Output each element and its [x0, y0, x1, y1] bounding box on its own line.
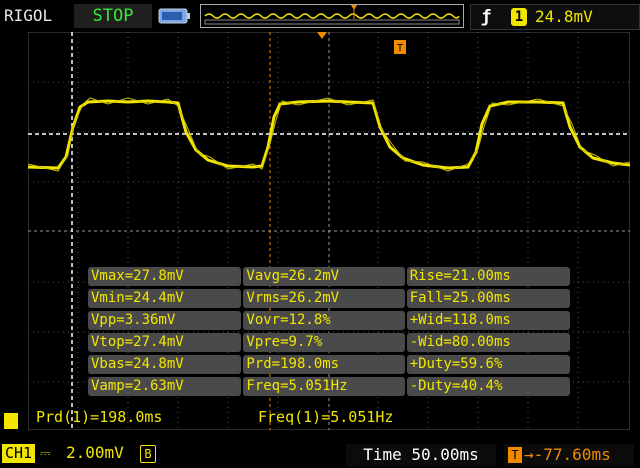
measurement-pos-duty: +Duty=59.6%: [406, 355, 570, 374]
period-readout: Prd(1)=198.0ms: [36, 408, 163, 426]
timebase-readout[interactable]: Time 50.00ms: [346, 444, 496, 466]
measurement-vmax: Vmax=27.8mV: [88, 267, 242, 286]
measurement-vavg: Vavg=26.2mV: [243, 267, 405, 286]
measurement-vbas: Vbas=24.8mV: [88, 355, 242, 374]
quick-measurements: Prd(1)=198.0ms Freq(1)=5.051Hz: [0, 408, 640, 428]
memory-depth-icon: [158, 8, 190, 24]
trigger-delay-icon: T: [508, 447, 522, 463]
measurement-vrms: Vrms=26.2mV: [243, 289, 405, 308]
measurement-vtop: Vtop=27.4mV: [88, 333, 242, 352]
measurement-frequency: Freq=5.051Hz: [243, 377, 405, 396]
measurement-period: Prd=198.0ms: [243, 355, 405, 374]
measurement-row: Vtop=27.4mV Vpre=9.7% -Wid=80.00ms: [88, 333, 572, 352]
channel1-label[interactable]: CH1: [2, 444, 36, 463]
svg-text:T: T: [397, 43, 403, 54]
delay-value: -77.60ms: [533, 445, 611, 464]
trigger-level: 24.8mV: [535, 7, 593, 26]
trigger-panel[interactable]: ƒ 1 24.8mV: [470, 4, 640, 30]
trigger-source: 1: [511, 8, 527, 26]
top-bar: RIGOL STOP ƒ 1 24.8mV: [0, 0, 640, 32]
measurement-vmin: Vmin=24.4mV: [88, 289, 242, 308]
delay-arrow-icon: →: [524, 445, 534, 464]
channel1-scale[interactable]: 2.00mV: [66, 443, 124, 462]
measurement-vpre: Vpre=9.7%: [243, 333, 405, 352]
bottom-status-bar: CH1 ⎓ 2.00mV B Time 50.00ms T →-77.60ms: [0, 438, 640, 468]
frequency-readout: Freq(1)=5.051Hz: [258, 408, 394, 426]
run-status[interactable]: STOP: [74, 4, 152, 28]
measurement-fall: Fall=25.00ms: [406, 289, 570, 308]
measurement-table: Vmax=27.8mV Vavg=26.2mV Rise=21.00ms Vmi…: [88, 267, 572, 399]
trigger-badge-icon: T: [394, 40, 406, 54]
measurement-neg-width: -Wid=80.00ms: [406, 333, 570, 352]
measurement-vpp: Vpp=3.36mV: [88, 311, 242, 330]
measurement-row: Vamp=2.63mV Freq=5.051Hz -Duty=40.4%: [88, 377, 572, 396]
waveform-timeline[interactable]: [200, 4, 464, 28]
dc-coupling-icon: ⎓: [40, 446, 51, 461]
measurement-pos-width: +Wid=118.0ms: [406, 311, 570, 330]
measurement-vovr: Vovr=12.8%: [243, 311, 405, 330]
horizontal-delay[interactable]: T →-77.60ms: [504, 444, 634, 466]
measurement-vamp: Vamp=2.63mV: [88, 377, 242, 396]
brand-logo: RIGOL: [4, 6, 53, 25]
bandwidth-limit-badge: B: [140, 445, 156, 463]
measurement-row: Vmax=27.8mV Vavg=26.2mV Rise=21.00ms: [88, 267, 572, 286]
rising-edge-icon: ƒ: [481, 7, 492, 27]
measurement-rise: Rise=21.00ms: [406, 267, 570, 286]
measurement-row: Vpp=3.36mV Vovr=12.8% +Wid=118.0ms: [88, 311, 572, 330]
measurement-row: Vmin=24.4mV Vrms=26.2mV Fall=25.00ms: [88, 289, 572, 308]
measurement-row: Vbas=24.8mV Prd=198.0ms +Duty=59.6%: [88, 355, 572, 374]
measurement-neg-duty: -Duty=40.4%: [406, 377, 570, 396]
